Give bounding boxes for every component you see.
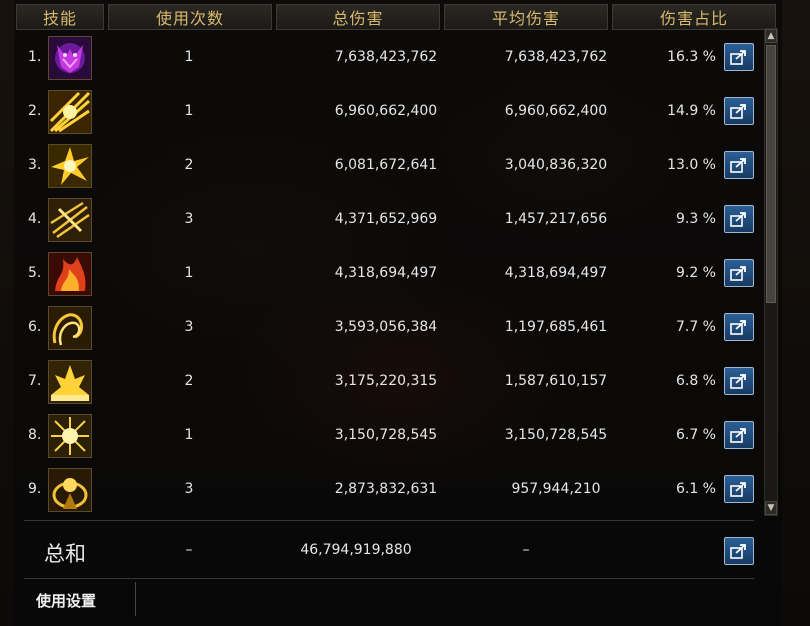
row-rank: 7. (28, 373, 42, 389)
golden-aura-skill-icon (48, 468, 92, 512)
summary-share-button[interactable] (724, 537, 754, 565)
share-button[interactable] (724, 475, 754, 503)
row-damage-share: 9.2 % (675, 265, 716, 281)
scroll-up-arrow-icon[interactable]: ▲ (765, 29, 777, 43)
golden-star-skill-icon (48, 414, 92, 458)
header-average-damage: 平均伤害 (444, 4, 608, 30)
row-average-damage: 6,960,662,400 (504, 103, 608, 119)
share-icon (730, 482, 746, 497)
row-average-damage: 957,944,210 (511, 481, 601, 497)
summary-label: 总和 (44, 542, 86, 566)
row-rank: 1. (28, 49, 42, 65)
row-rank: 2. (28, 103, 42, 119)
golden-burst-skill-icon (48, 90, 92, 134)
share-icon (730, 544, 746, 559)
row-use-count: 3 (184, 211, 194, 227)
row-rank: 4. (28, 211, 42, 227)
row-average-damage: 3,040,836,320 (504, 157, 608, 173)
golden-explosion-skill-icon (48, 144, 92, 188)
row-average-damage: 1,457,217,656 (504, 211, 608, 227)
share-icon (730, 320, 746, 335)
table-row: 3. 2 6,081,672,641 3,040,836,320 13.0 % (24, 140, 758, 194)
summary-divider (24, 520, 754, 521)
row-rank: 9. (28, 481, 42, 497)
share-button[interactable] (724, 205, 754, 233)
row-damage-share: 16.3 % (667, 49, 716, 65)
share-button[interactable] (724, 313, 754, 341)
share-icon (730, 158, 746, 173)
scrollbar[interactable]: ▲ ▼ (764, 28, 778, 516)
golden-whirl-skill-icon (48, 306, 92, 350)
row-use-count: 1 (184, 49, 194, 65)
row-damage-share: 6.1 % (675, 481, 716, 497)
share-button[interactable] (724, 43, 754, 71)
share-button[interactable] (724, 151, 754, 179)
row-average-damage: 1,587,610,157 (504, 373, 608, 389)
table-row: 4. 3 4,371,652,969 1,457,217,656 9.3 % (24, 194, 758, 248)
row-use-count: 1 (184, 103, 194, 119)
row-average-damage: 7,638,423,762 (504, 49, 608, 65)
header-damage-share: 伤害占比 (612, 4, 776, 30)
golden-slash-skill-icon (48, 198, 92, 242)
row-use-count: 1 (184, 427, 194, 443)
scroll-down-arrow-icon[interactable]: ▼ (765, 501, 777, 515)
row-average-damage: 1,197,685,461 (504, 319, 608, 335)
share-icon (730, 104, 746, 119)
row-damage-share: 9.3 % (675, 211, 716, 227)
table-row: 2. 1 6,960,662,400 6,960,662,400 14.9 % (24, 86, 758, 140)
row-rank: 6. (28, 319, 42, 335)
row-use-count: 3 (184, 481, 194, 497)
header-total-damage: 总伤害 (276, 4, 440, 30)
purple-demon-skill-icon (48, 36, 92, 80)
share-icon (730, 266, 746, 281)
header-skill: 技能 (16, 4, 104, 30)
table-row: 8. 1 3,150,728,545 3,150,728,545 6.7 % (24, 410, 758, 464)
table-row: 9. 3 2,873,832,631 957,944,210 6.1 % (24, 464, 758, 518)
row-rank: 3. (28, 157, 42, 173)
row-average-damage: 4,318,694,497 (504, 265, 608, 281)
share-icon (730, 374, 746, 389)
row-rank: 5. (28, 265, 42, 281)
row-use-count: 2 (184, 157, 194, 173)
share-button[interactable] (724, 421, 754, 449)
share-icon (730, 428, 746, 443)
row-damage-share: 14.9 % (667, 103, 716, 119)
header-use-count: 使用次数 (108, 4, 272, 30)
summary-use-count: – (185, 542, 193, 558)
table-row: 1. 1 7,638,423,762 7,638,423,762 16.3 % (24, 32, 758, 86)
row-damage-share: 7.7 % (675, 319, 716, 335)
footer-tab-separator (135, 582, 136, 616)
table-row: 7. 2 3,175,220,315 1,587,610,157 6.8 % (24, 356, 758, 410)
share-button[interactable] (724, 259, 754, 287)
scroll-thumb[interactable] (766, 45, 776, 303)
usage-settings-tab[interactable]: 使用设置 (36, 590, 96, 611)
table-row: 5. 1 4,318,694,497 4,318,694,497 9.2 % (24, 248, 758, 302)
share-button[interactable] (724, 367, 754, 395)
red-flame-skill-icon (48, 252, 92, 296)
row-use-count: 3 (184, 319, 194, 335)
share-icon (730, 50, 746, 65)
share-icon (730, 212, 746, 227)
row-use-count: 1 (184, 265, 194, 281)
row-damage-share: 13.0 % (667, 157, 716, 173)
summary-average-damage: – (522, 542, 530, 558)
row-average-damage: 3,150,728,545 (504, 427, 608, 443)
table-row: 6. 3 3,593,056,384 1,197,685,461 7.7 % (24, 302, 758, 356)
golden-eruption-skill-icon (48, 360, 92, 404)
footer-divider (24, 578, 754, 579)
row-use-count: 2 (184, 373, 194, 389)
row-damage-share: 6.8 % (675, 373, 716, 389)
row-damage-share: 6.7 % (675, 427, 716, 443)
share-button[interactable] (724, 97, 754, 125)
row-rank: 8. (28, 427, 42, 443)
